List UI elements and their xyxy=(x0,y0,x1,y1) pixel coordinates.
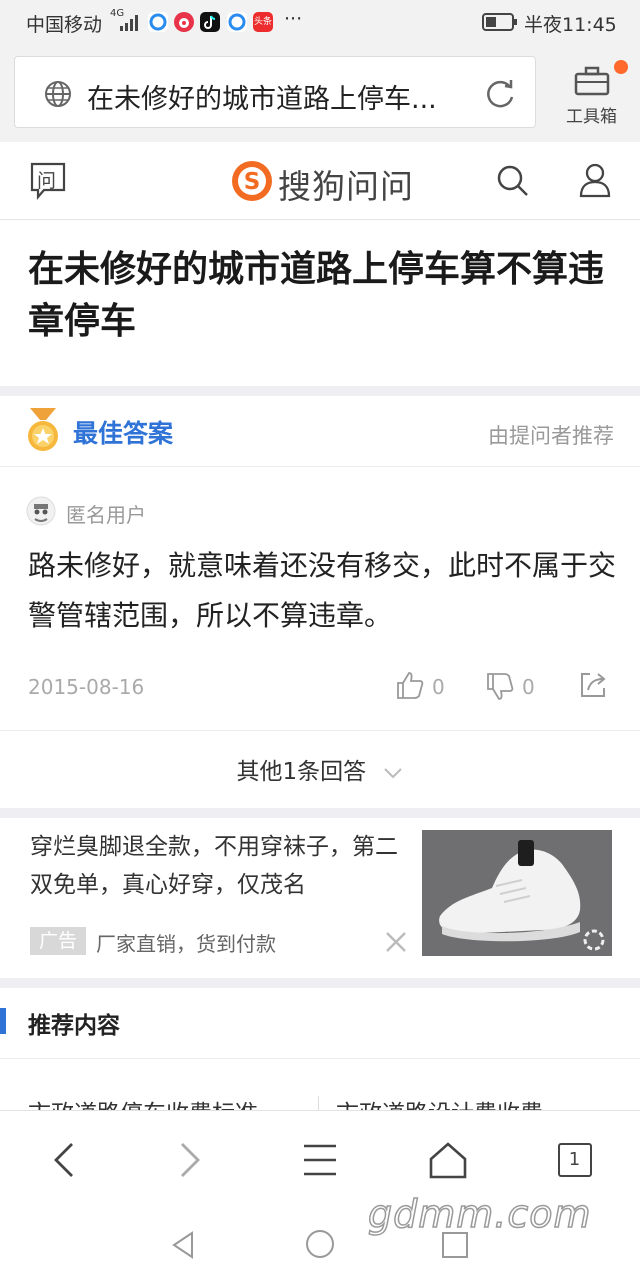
dislike-count: 0 xyxy=(522,675,535,699)
status-bar: 中国移动 4G 头条 ··· 半夜11:45 xyxy=(0,0,640,44)
browser-address-bar: 在未修好的城市道路上停车... 工具箱 xyxy=(0,44,640,142)
ad-badge: 广告 xyxy=(30,927,86,955)
divider xyxy=(0,730,640,731)
toolbox-label: 工具箱 xyxy=(566,107,617,127)
tab-count: 1 xyxy=(568,1149,581,1170)
question-title: 在未修好的城市道路上停车算不算违章停车 xyxy=(28,249,605,342)
recommend-accent-bar xyxy=(0,1008,6,1034)
like-count: 0 xyxy=(432,675,445,699)
url-field[interactable]: 在未修好的城市道路上停车... xyxy=(14,56,536,128)
thumbs-down-icon xyxy=(487,673,514,700)
recommended-by-label: 由提问者推荐 xyxy=(488,424,614,448)
section-divider xyxy=(0,808,640,818)
dislike-button[interactable] xyxy=(484,670,544,702)
ask-icon-label: 问 xyxy=(37,170,57,192)
answer-text: 路未修好，就意味着还没有移交，此时不属于交警管辖范围，所以不算违章。 xyxy=(28,549,617,632)
section-divider xyxy=(0,386,640,396)
sneaker-image xyxy=(422,830,612,956)
more-answers-label: 其他1条回答 xyxy=(236,759,367,785)
ad-source: 厂家直销，货到付款 xyxy=(96,932,276,956)
like-button[interactable] xyxy=(394,670,454,702)
browser-app-icon xyxy=(148,12,168,32)
back-icon[interactable] xyxy=(50,1141,76,1179)
thumbs-up-icon xyxy=(397,672,424,699)
forward-icon[interactable] xyxy=(178,1141,204,1179)
ad-image[interactable] xyxy=(422,830,612,956)
anonymous-avatar xyxy=(26,496,56,526)
chevron-down-icon xyxy=(384,767,403,778)
answer-date: 2015-08-16 xyxy=(28,675,145,699)
watermark: gdmm.com xyxy=(367,1191,592,1237)
refresh-icon[interactable] xyxy=(483,77,517,111)
url-page-title: 在未修好的城市道路上停车... xyxy=(87,84,437,115)
medal-icon xyxy=(28,408,58,451)
site-logo[interactable]: 搜狗问问 xyxy=(278,160,414,208)
system-home-icon[interactable] xyxy=(304,1228,336,1260)
clock: 半夜11:45 xyxy=(524,14,617,36)
recommend-title: 推荐内容 xyxy=(28,1013,120,1039)
home-icon[interactable] xyxy=(428,1141,468,1179)
answer-author: 匿名用户 xyxy=(66,503,146,527)
notification-more-icon: ··· xyxy=(284,8,303,30)
tabs-button[interactable]: 1 xyxy=(558,1143,592,1177)
sogou-s-icon: S xyxy=(232,161,272,201)
ask-question-button[interactable]: 问 xyxy=(30,162,66,200)
ad-title[interactable]: 穿烂臭脚退全款，不用穿袜子，第二双免单，真心好穿，仅茂名 xyxy=(30,828,410,904)
divider xyxy=(0,1058,640,1059)
weibo-app-icon xyxy=(174,12,194,32)
menu-icon[interactable] xyxy=(302,1143,338,1177)
best-answer-label: 最佳答案 xyxy=(73,419,174,448)
divider xyxy=(0,466,640,467)
search-icon[interactable] xyxy=(496,164,530,198)
browser-app-icon-2 xyxy=(227,12,247,32)
battery-icon xyxy=(482,13,517,31)
tiktok-app-icon xyxy=(200,12,220,32)
site-header: 问 S 搜狗问问 xyxy=(0,142,640,220)
globe-icon xyxy=(45,81,71,107)
svg-text:S: S xyxy=(244,169,261,195)
close-icon[interactable] xyxy=(384,930,408,954)
share-icon[interactable] xyxy=(578,670,608,700)
user-icon[interactable] xyxy=(578,162,612,198)
toutiao-app-icon: 头条 xyxy=(253,12,273,32)
system-back-icon[interactable] xyxy=(170,1230,196,1260)
carrier-label: 中国移动 xyxy=(26,14,103,36)
section-divider xyxy=(0,978,640,988)
sogou-logo-mark: S xyxy=(230,158,276,204)
toolbox-notification-dot xyxy=(614,60,628,74)
more-answers-button[interactable]: 其他1条回答 xyxy=(0,752,640,786)
toolbox-icon xyxy=(574,66,610,96)
toolbox-button[interactable]: 工具箱 xyxy=(556,58,628,128)
signal-icon xyxy=(120,15,138,31)
